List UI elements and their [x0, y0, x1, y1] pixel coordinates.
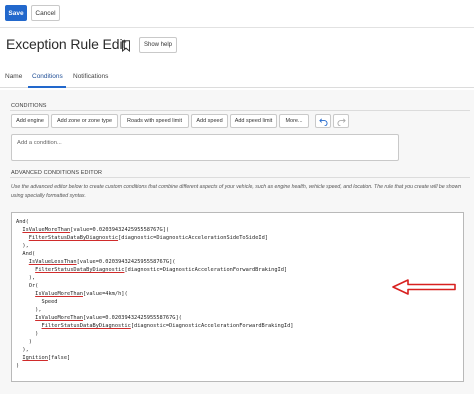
- redo-button[interactable]: [333, 114, 349, 128]
- bookmark-icon[interactable]: [121, 40, 131, 52]
- redo-icon: [337, 117, 346, 126]
- tab-name[interactable]: Name: [5, 73, 22, 80]
- code-line: Speed: [16, 299, 58, 305]
- code-line: ),: [16, 243, 29, 249]
- top-toolbar: Save Cancel: [0, 0, 474, 28]
- code-line: FilterStatusDataByDiagnostic[diagnostic=…: [35, 267, 288, 273]
- code-line: FilterStatusDataByDiagnostic[diagnostic=…: [28, 235, 268, 241]
- undo-icon: [318, 117, 327, 126]
- code-line: ): [16, 339, 32, 345]
- add-zone-button[interactable]: Add zone or zone type: [51, 114, 118, 128]
- tab-bar: Name Conditions Notifications: [0, 68, 474, 88]
- divider: [10, 110, 470, 111]
- active-tab-indicator: [28, 86, 66, 88]
- add-speed-limit-button[interactable]: Add speed limit: [230, 114, 277, 128]
- code-line: ),: [16, 347, 29, 353]
- code-line: ): [16, 331, 39, 337]
- page-title: Exception Rule Edit: [6, 36, 127, 52]
- code-line: IsValueMoreThan[value=0.0203943242595558…: [22, 227, 170, 233]
- divider: [10, 177, 470, 178]
- undo-button[interactable]: [315, 114, 331, 128]
- roads-speed-limit-button[interactable]: Roads with speed limit: [120, 114, 189, 128]
- save-button[interactable]: Save: [5, 5, 27, 21]
- code-line: And(: [16, 219, 29, 225]
- code-line: ),: [16, 307, 42, 313]
- code-line: IsValueMoreThan[value=4km/h](: [35, 291, 128, 297]
- code-line: And(: [16, 251, 36, 257]
- add-engine-button[interactable]: Add engine: [11, 114, 49, 128]
- more-button[interactable]: More...: [279, 114, 309, 128]
- add-condition-input[interactable]: Add a condition...: [11, 134, 399, 161]
- conditions-panel: CONDITIONS Add engine Add zone or zone t…: [0, 90, 474, 394]
- tab-conditions[interactable]: Conditions: [32, 73, 63, 80]
- code-line: ): [16, 363, 20, 369]
- cancel-button[interactable]: Cancel: [31, 5, 60, 21]
- code-line: IsValueMoreThan[value=0.0203943242595558…: [35, 315, 182, 321]
- code-line: Or(: [16, 283, 39, 289]
- show-help-button[interactable]: Show help: [139, 37, 177, 53]
- code-line: IsValueLessThan[value=0.0203943242595558…: [28, 259, 176, 265]
- conditions-heading: CONDITIONS: [11, 103, 47, 109]
- add-speed-button[interactable]: Add speed: [191, 114, 228, 128]
- advanced-editor-heading: ADVANCED CONDITIONS EDITOR: [11, 170, 103, 176]
- advanced-editor-description: Use the advanced editor below to create …: [11, 184, 462, 199]
- code-line: ),: [16, 275, 36, 281]
- code-line: FilterStatusDataByDiagnostic[diagnostic=…: [41, 323, 294, 329]
- tab-notifications[interactable]: Notifications: [73, 73, 108, 80]
- red-arrow-icon: [392, 279, 456, 295]
- code-line: Ignition[false]: [22, 355, 71, 361]
- advanced-conditions-editor[interactable]: And( IsValueMoreThan[value=0.02039432425…: [11, 212, 464, 382]
